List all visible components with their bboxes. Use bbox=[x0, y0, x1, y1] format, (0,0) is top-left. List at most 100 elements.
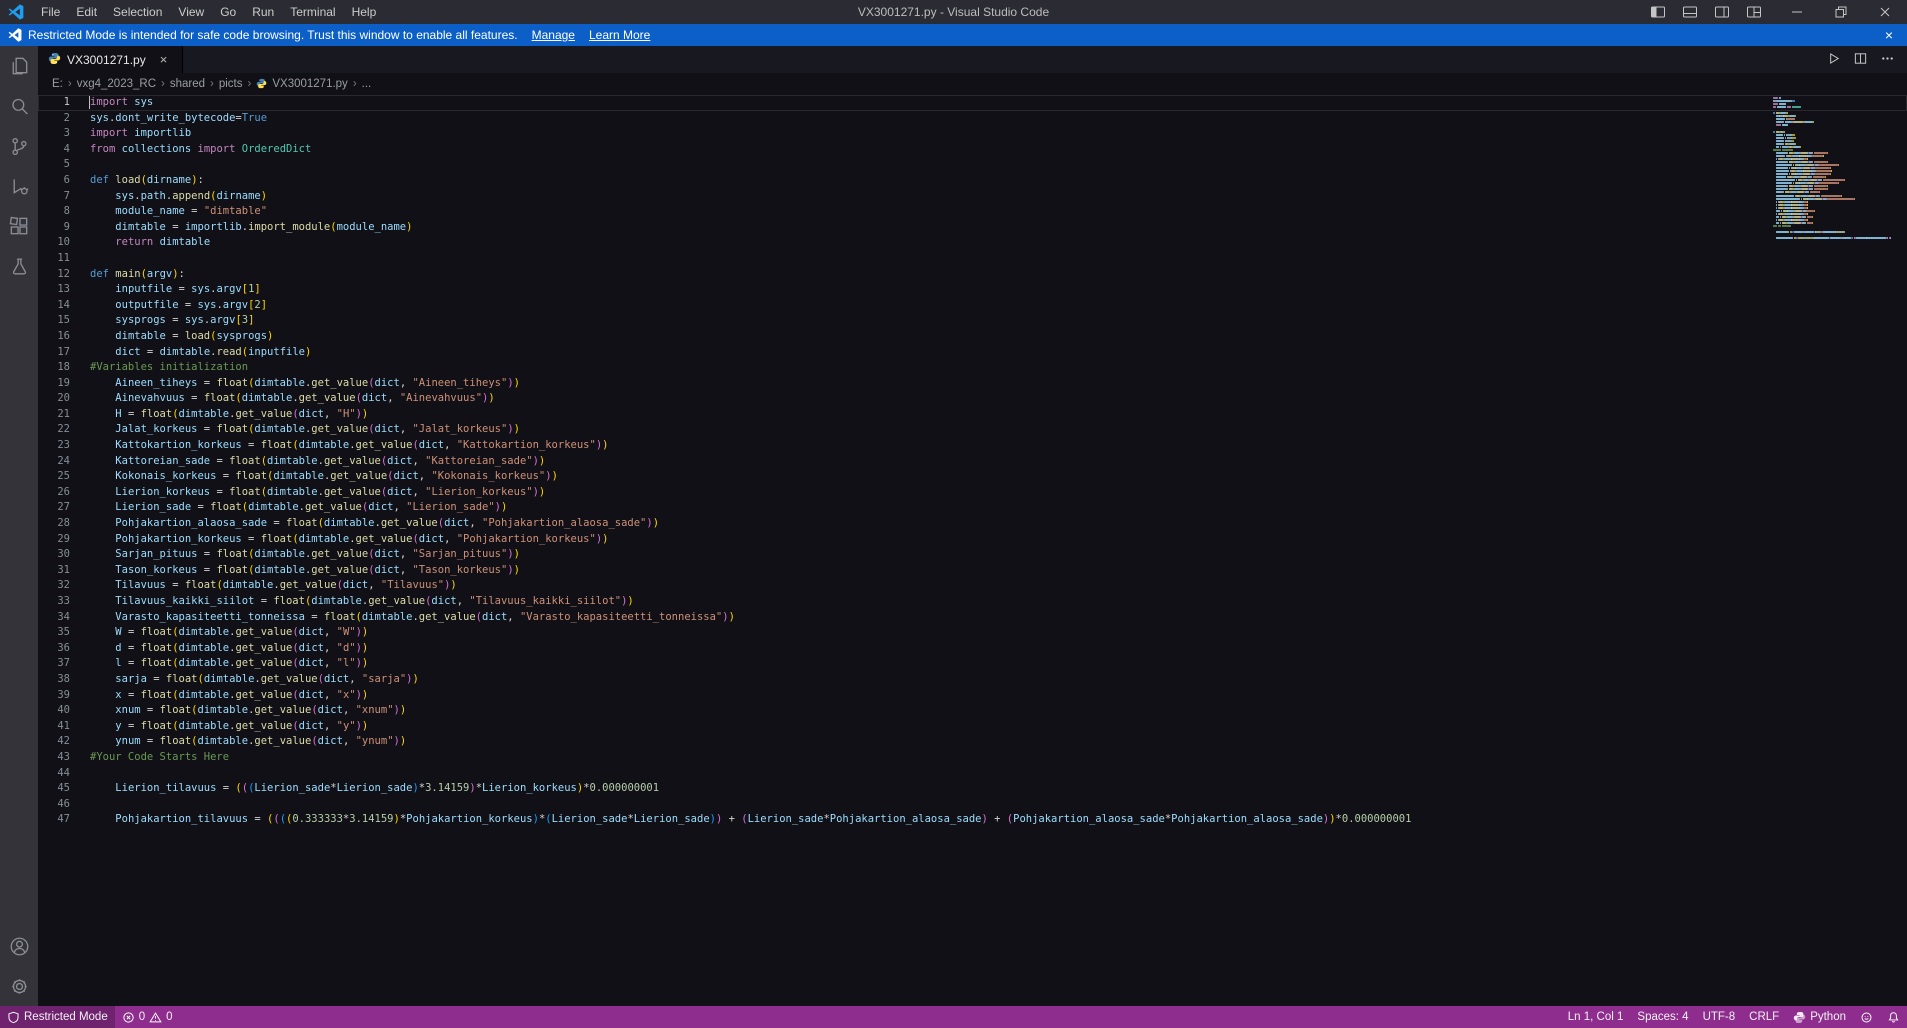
line-number[interactable]: 27 bbox=[38, 500, 70, 516]
line-number[interactable]: 41 bbox=[38, 719, 70, 735]
code-line[interactable]: 44 bbox=[38, 766, 1907, 782]
menu-item-edit[interactable]: Edit bbox=[68, 0, 105, 24]
line-number[interactable]: 42 bbox=[38, 734, 70, 750]
code-line[interactable]: 16 dimtable = load(sysprogs) bbox=[38, 329, 1907, 345]
code-line[interactable]: 20 Ainevahvuus = float(dimtable.get_valu… bbox=[38, 391, 1907, 407]
line-number[interactable]: 22 bbox=[38, 422, 70, 438]
line-number[interactable]: 25 bbox=[38, 469, 70, 485]
code-line[interactable]: 18#Variables initialization bbox=[38, 360, 1907, 376]
line-number[interactable]: 7 bbox=[38, 189, 70, 205]
split-editor-button[interactable] bbox=[1853, 51, 1868, 69]
line-number[interactable]: 10 bbox=[38, 235, 70, 251]
code-line[interactable]: 4from collections import OrderedDict bbox=[38, 142, 1907, 158]
code-line[interactable]: 13 inputfile = sys.argv[1] bbox=[38, 282, 1907, 298]
line-number[interactable]: 6 bbox=[38, 173, 70, 189]
run-button[interactable] bbox=[1826, 51, 1841, 69]
activity-item-account[interactable] bbox=[0, 926, 38, 966]
code-line[interactable]: 17 dict = dimtable.read(inputfile) bbox=[38, 345, 1907, 361]
line-number[interactable]: 19 bbox=[38, 376, 70, 392]
code-line[interactable]: 36 d = float(dimtable.get_value(dict, "d… bbox=[38, 641, 1907, 657]
restricted-mode-status[interactable]: Restricted Mode bbox=[0, 1006, 115, 1028]
line-number[interactable]: 38 bbox=[38, 672, 70, 688]
code-line[interactable]: 15 sysprogs = sys.argv[3] bbox=[38, 313, 1907, 329]
indentation-status[interactable]: Spaces: 4 bbox=[1630, 1006, 1695, 1028]
code-line[interactable]: 35 W = float(dimtable.get_value(dict, "W… bbox=[38, 625, 1907, 641]
toggle-secondary-sidebar-icon[interactable] bbox=[1709, 1, 1735, 23]
line-number[interactable]: 17 bbox=[38, 345, 70, 361]
code-line[interactable]: 12def main(argv): bbox=[38, 267, 1907, 283]
code-line[interactable]: 2sys.dont_write_bytecode=True bbox=[38, 111, 1907, 127]
line-number[interactable]: 30 bbox=[38, 547, 70, 563]
code-line[interactable]: 41 y = float(dimtable.get_value(dict, "y… bbox=[38, 719, 1907, 735]
line-number[interactable]: 1 bbox=[38, 95, 70, 111]
line-number[interactable]: 34 bbox=[38, 610, 70, 626]
code-line[interactable]: 42 ynum = float(dimtable.get_value(dict,… bbox=[38, 734, 1907, 750]
code-line[interactable]: 22 Jalat_korkeus = float(dimtable.get_va… bbox=[38, 422, 1907, 438]
problems-status[interactable]: 0 0 bbox=[115, 1006, 180, 1028]
activity-item-testing[interactable] bbox=[0, 246, 38, 286]
activity-item-settings[interactable] bbox=[0, 966, 38, 1006]
line-number[interactable]: 26 bbox=[38, 485, 70, 501]
toggle-panel-icon[interactable] bbox=[1677, 1, 1703, 23]
code-line[interactable]: 33 Tilavuus_kaikki_siilot = float(dimtab… bbox=[38, 594, 1907, 610]
minimize-button[interactable] bbox=[1775, 0, 1819, 24]
encoding-status[interactable]: UTF-8 bbox=[1696, 1006, 1743, 1028]
code-line[interactable]: 29 Pohjakartion_korkeus = float(dimtable… bbox=[38, 532, 1907, 548]
toggle-sidebar-icon[interactable] bbox=[1645, 1, 1671, 23]
cursor-position-status[interactable]: Ln 1, Col 1 bbox=[1561, 1006, 1631, 1028]
code-line[interactable]: 31 Tason_korkeus = float(dimtable.get_va… bbox=[38, 563, 1907, 579]
breadcrumb-segment[interactable]: VX3001271.py bbox=[272, 78, 347, 90]
line-number[interactable]: 46 bbox=[38, 797, 70, 813]
line-number[interactable]: 3 bbox=[38, 126, 70, 142]
close-window-button[interactable] bbox=[1863, 0, 1907, 24]
code-line[interactable]: 28 Pohjakartion_alaosa_sade = float(dimt… bbox=[38, 516, 1907, 532]
customize-layout-icon[interactable] bbox=[1741, 1, 1767, 23]
line-number[interactable]: 40 bbox=[38, 703, 70, 719]
notifications-status[interactable] bbox=[1880, 1006, 1907, 1028]
code-line[interactable]: 8 module_name = "dimtable" bbox=[38, 204, 1907, 220]
language-mode-status[interactable]: Python bbox=[1786, 1006, 1853, 1028]
line-number[interactable]: 33 bbox=[38, 594, 70, 610]
line-number[interactable]: 21 bbox=[38, 407, 70, 423]
code-line[interactable]: 7 sys.path.append(dirname) bbox=[38, 189, 1907, 205]
code-line[interactable]: 3import importlib bbox=[38, 126, 1907, 142]
banner-close-icon[interactable]: × bbox=[1879, 27, 1899, 43]
menu-item-terminal[interactable]: Terminal bbox=[282, 0, 343, 24]
line-number[interactable]: 18 bbox=[38, 360, 70, 376]
line-number[interactable]: 15 bbox=[38, 313, 70, 329]
code-line[interactable]: 45 Lierion_tilavuus = (((Lierion_sade*Li… bbox=[38, 781, 1907, 797]
code-line[interactable]: 37 l = float(dimtable.get_value(dict, "l… bbox=[38, 656, 1907, 672]
tab-vx3001271[interactable]: VX3001271.py × bbox=[38, 46, 183, 73]
line-number[interactable]: 45 bbox=[38, 781, 70, 797]
code-line[interactable]: 30 Sarjan_pituus = float(dimtable.get_va… bbox=[38, 547, 1907, 563]
code-line[interactable]: 23 Kattokartion_korkeus = float(dimtable… bbox=[38, 438, 1907, 454]
line-number[interactable]: 12 bbox=[38, 267, 70, 283]
code-line[interactable]: 39 x = float(dimtable.get_value(dict, "x… bbox=[38, 688, 1907, 704]
eol-status[interactable]: CRLF bbox=[1742, 1006, 1786, 1028]
code-line[interactable]: 27 Lierion_sade = float(dimtable.get_val… bbox=[38, 500, 1907, 516]
activity-item-extensions[interactable] bbox=[0, 206, 38, 246]
feedback-status[interactable] bbox=[1853, 1006, 1880, 1028]
line-number[interactable]: 47 bbox=[38, 812, 70, 828]
menu-item-help[interactable]: Help bbox=[344, 0, 385, 24]
line-number[interactable]: 20 bbox=[38, 391, 70, 407]
code-line[interactable]: 34 Varasto_kapasiteetti_tonneissa = floa… bbox=[38, 610, 1907, 626]
code-line[interactable]: 24 Kattoreian_sade = float(dimtable.get_… bbox=[38, 454, 1907, 470]
minimap[interactable] bbox=[1773, 97, 1891, 240]
line-number[interactable]: 29 bbox=[38, 532, 70, 548]
code-line[interactable]: 10 return dimtable bbox=[38, 235, 1907, 251]
breadcrumb-segment[interactable]: ... bbox=[362, 78, 372, 90]
code-line[interactable]: 9 dimtable = importlib.import_module(mod… bbox=[38, 220, 1907, 236]
line-number[interactable]: 23 bbox=[38, 438, 70, 454]
menu-item-run[interactable]: Run bbox=[244, 0, 282, 24]
code-line[interactable]: 6def load(dirname): bbox=[38, 173, 1907, 189]
menu-item-view[interactable]: View bbox=[170, 0, 212, 24]
line-number[interactable]: 4 bbox=[38, 142, 70, 158]
breadcrumb-segment[interactable]: picts bbox=[219, 78, 243, 90]
line-number[interactable]: 11 bbox=[38, 251, 70, 267]
code-line[interactable]: 21 H = float(dimtable.get_value(dict, "H… bbox=[38, 407, 1907, 423]
breadcrumb-segment[interactable]: shared bbox=[170, 78, 205, 90]
line-number[interactable]: 24 bbox=[38, 454, 70, 470]
code-line[interactable]: 38 sarja = float(dimtable.get_value(dict… bbox=[38, 672, 1907, 688]
code-line[interactable]: 5 bbox=[38, 157, 1907, 173]
